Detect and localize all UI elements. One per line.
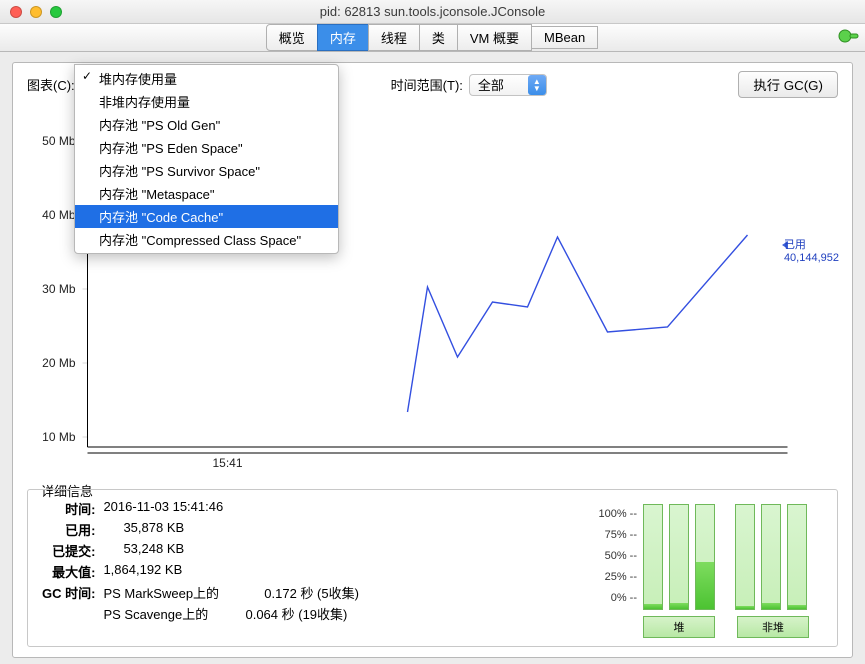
detail-gc1-name: PS MarkSweep上的 bbox=[103, 586, 219, 601]
connection-icon bbox=[837, 28, 859, 44]
timerange-label: 时间范围(T): bbox=[391, 75, 463, 94]
mini-bar[interactable] bbox=[761, 504, 781, 610]
pct-axis: 100% -- 75% -- 50% -- 25% -- 0% -- bbox=[597, 504, 637, 609]
mini-bar[interactable] bbox=[643, 504, 663, 610]
heap-button[interactable]: 堆 bbox=[643, 616, 715, 638]
detail-time-label: 时间: bbox=[38, 498, 99, 519]
detail-gc1: PS MarkSweep上的 0.172 秒 (5收集) bbox=[99, 582, 363, 603]
tab-overview[interactable]: 概览 bbox=[266, 24, 318, 51]
titlebar: pid: 62813 sun.tools.jconsole.JConsole bbox=[0, 0, 865, 24]
tabbar: 概览 内存 线程 类 VM 概要 MBean bbox=[0, 24, 865, 52]
mini-bar[interactable] bbox=[695, 504, 715, 610]
detail-used-value: 35,878 KB bbox=[99, 519, 363, 540]
heap-bar-group bbox=[643, 502, 715, 610]
pct-100: 100% -- bbox=[597, 504, 637, 525]
timerange-select[interactable]: 全部 ▲▼ bbox=[469, 74, 547, 96]
nonheap-bar-group bbox=[735, 502, 807, 610]
details-text: 时间: 2016-11-03 15:41:46 已用: 35,878 KB 已提… bbox=[38, 498, 597, 638]
tab-classes[interactable]: 类 bbox=[419, 24, 458, 51]
pct-50: 50% -- bbox=[597, 546, 637, 567]
detail-time-value: 2016-11-03 15:41:46 bbox=[99, 498, 363, 519]
detail-gc2-val: 0.064 秒 (19收集) bbox=[245, 607, 347, 622]
svg-text:50 Mb: 50 Mb bbox=[42, 134, 76, 148]
dropdown-item[interactable]: 内存池 "Compressed Class Space" bbox=[75, 228, 338, 251]
mini-bar[interactable] bbox=[787, 504, 807, 610]
detail-max-label: 最大值: bbox=[38, 561, 99, 582]
dropdown-item[interactable]: 堆内存使用量 bbox=[75, 67, 338, 90]
used-readout-value: 40,144,952 bbox=[784, 252, 839, 264]
detail-gc-label: GC 时间: bbox=[38, 582, 99, 603]
detail-committed-value: 53,248 KB bbox=[99, 540, 363, 561]
mini-bars: 100% -- 75% -- 50% -- 25% -- 0% -- 堆 非堆 bbox=[597, 498, 827, 638]
svg-text:10 Mb: 10 Mb bbox=[42, 430, 76, 444]
mini-bar[interactable] bbox=[669, 504, 689, 610]
dropdown-item[interactable]: 内存池 "PS Old Gen" bbox=[75, 113, 338, 136]
mini-bar[interactable] bbox=[735, 504, 755, 610]
pct-25: 25% -- bbox=[597, 567, 637, 588]
tab-vmsummary[interactable]: VM 概要 bbox=[457, 24, 532, 51]
detail-gc2-name: PS Scavenge上的 bbox=[103, 607, 208, 622]
used-readout: 已用 40,144,952 bbox=[784, 236, 839, 264]
pct-0: 0% -- bbox=[597, 588, 637, 609]
chart-select-dropdown[interactable]: 堆内存使用量 非堆内存使用量 内存池 "PS Old Gen" 内存池 "PS … bbox=[74, 64, 339, 254]
svg-text:40 Mb: 40 Mb bbox=[42, 208, 76, 222]
dropdown-item[interactable]: 内存池 "Metaspace" bbox=[75, 182, 338, 205]
tab-mbean[interactable]: MBean bbox=[531, 26, 598, 49]
detail-max-value: 1,864,192 KB bbox=[99, 561, 363, 582]
nonheap-button[interactable]: 非堆 bbox=[737, 616, 809, 638]
detail-committed-label: 已提交: bbox=[38, 540, 99, 561]
svg-text:20 Mb: 20 Mb bbox=[42, 356, 76, 370]
svg-text:15:41: 15:41 bbox=[212, 456, 242, 467]
detail-gc2: PS Scavenge上的 0.064 秒 (19收集) bbox=[99, 603, 363, 624]
tab-memory[interactable]: 内存 bbox=[317, 24, 369, 51]
svg-text:30 Mb: 30 Mb bbox=[42, 282, 76, 296]
dropdown-item[interactable]: 内存池 "PS Survivor Space" bbox=[75, 159, 338, 182]
used-readout-title: 已用 bbox=[784, 239, 806, 251]
dropdown-item[interactable]: 内存池 "PS Eden Space" bbox=[75, 136, 338, 159]
details-box: 时间: 2016-11-03 15:41:46 已用: 35,878 KB 已提… bbox=[27, 489, 838, 647]
dropdown-item[interactable]: 内存池 "Code Cache" bbox=[75, 205, 338, 228]
detail-used-label: 已用: bbox=[38, 519, 99, 540]
perform-gc-button[interactable]: 执行 GC(G) bbox=[738, 71, 838, 98]
detail-gc1-val: 0.172 秒 (5收集) bbox=[264, 586, 359, 601]
tab-threads[interactable]: 线程 bbox=[368, 24, 420, 51]
window-title: pid: 62813 sun.tools.jconsole.JConsole bbox=[0, 4, 865, 19]
chevron-updown-icon: ▲▼ bbox=[528, 75, 546, 95]
timerange-value: 全部 bbox=[478, 75, 504, 94]
chart-label: 图表(C): bbox=[27, 75, 75, 94]
pct-75: 75% -- bbox=[597, 525, 637, 546]
dropdown-item[interactable]: 非堆内存使用量 bbox=[75, 90, 338, 113]
